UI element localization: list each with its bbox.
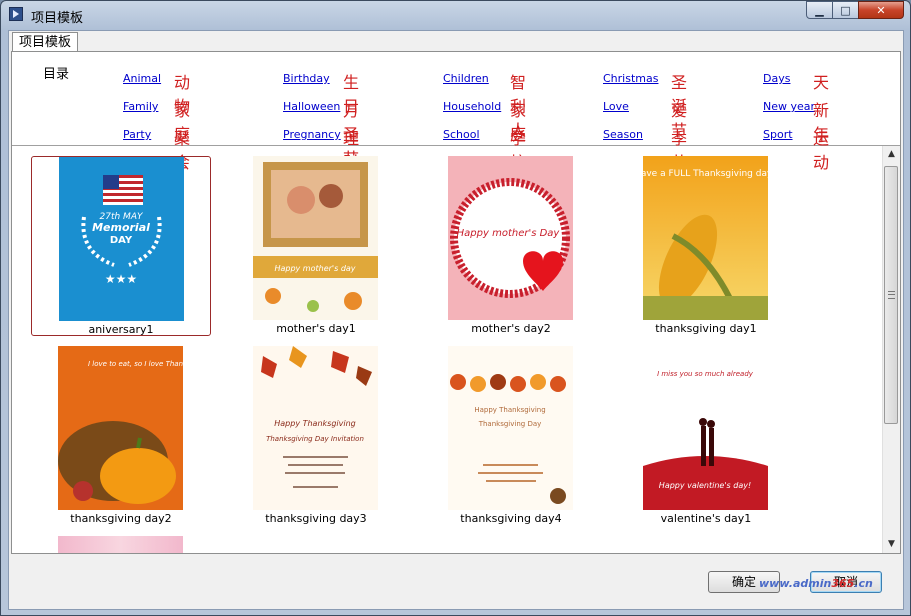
template-dialog: 项目模板 ▁ □ ✕ 项目模板 目录 Animal 动物 Birthday 生日 C… (0, 0, 911, 616)
category-family[interactable]: Family 家庭 (123, 100, 190, 144)
maximize-button[interactable]: □ (832, 1, 859, 19)
svg-text:I love to eat, so I love Thank: I love to eat, so I love Thanksgiving (88, 360, 183, 368)
category-sport[interactable]: Sport 运动 (763, 128, 829, 172)
category-link[interactable]: Animal (123, 72, 161, 85)
svg-text:Thanksgiving Day Invitation: Thanksgiving Day Invitation (266, 435, 364, 443)
category-link[interactable]: Christmas (603, 72, 658, 85)
close-button[interactable]: ✕ (858, 1, 904, 19)
template-label: mother's day1 (276, 322, 356, 335)
category-christmas[interactable]: Christmas 圣诞节 (603, 72, 687, 140)
category-link[interactable]: Season (603, 128, 643, 141)
category-new-year[interactable]: New year 新年 (763, 100, 829, 144)
template-item[interactable]: I miss you so much already Happy valenti… (616, 346, 796, 526)
template-item[interactable]: Happy Thanksgiving Thanksgiving Day than… (421, 346, 601, 526)
template-item[interactable]: Happy mother's day mother's day1 (226, 156, 406, 336)
category-animal[interactable]: Animal 动物 (123, 72, 190, 116)
template-thumbnail[interactable]: I love to eat, so I love Thanksgiving (58, 346, 183, 510)
category-link[interactable]: Household (443, 100, 501, 113)
template-thumbnail[interactable]: Happy mother's day (253, 156, 378, 320)
title-bar[interactable]: 项目模板 ▁ □ ✕ (1, 1, 910, 29)
template-item[interactable]: Happy Thanksgiving Thanksgiving Day Invi… (226, 346, 406, 526)
category-party[interactable]: Party 聚会 (123, 128, 190, 172)
category-link[interactable]: Birthday (283, 72, 330, 85)
tab-templates[interactable]: 项目模板 (12, 32, 79, 52)
template-label: valentine's day1 (660, 512, 752, 525)
category-school[interactable]: School 学校 (443, 128, 526, 172)
category-household[interactable]: Household 家庭 (443, 100, 526, 144)
svg-text:Happy Thanksgiving: Happy Thanksgiving (474, 406, 545, 414)
category-birthday[interactable]: Birthday 生日 (283, 72, 359, 116)
template-thumbnail-partial[interactable] (58, 536, 183, 553)
template-thumbnail[interactable]: 27th MAY Memorial DAY ★★★ (59, 157, 184, 321)
category-days[interactable]: Days 天 (763, 72, 829, 92)
template-label: thanksgiving day2 (70, 512, 172, 525)
category-season[interactable]: Season 季节 (603, 128, 687, 172)
template-label: aniversary1 (88, 323, 154, 336)
template-item[interactable]: I love to eat, so I love Thanksgiving th… (31, 346, 211, 526)
template-thumbnail[interactable]: Happy Thanksgiving Thanksgiving Day (448, 346, 573, 510)
category-link[interactable]: Party (123, 128, 151, 141)
svg-text:I miss you so much already: I miss you so much already (657, 370, 754, 378)
template-thumbnail[interactable]: I miss you so much already Happy valenti… (643, 346, 768, 510)
svg-text:Happy Thanksgiving: Happy Thanksgiving (274, 419, 356, 428)
scroll-down-arrow-icon[interactable]: ▼ (883, 536, 900, 553)
category-chinese-label: 爱 (671, 101, 688, 120)
svg-text:Happy mother's day: Happy mother's day (274, 264, 355, 273)
category-link[interactable]: Days (763, 72, 790, 85)
svg-text:Happy valentine's day!: Happy valentine's day! (659, 481, 751, 490)
svg-text:Thanksgiving Day: Thanksgiving Day (478, 420, 542, 428)
template-label: thanksgiving day3 (265, 512, 367, 525)
vertical-scrollbar[interactable]: ▲ ▼ (882, 146, 900, 553)
template-label: thanksgiving day4 (460, 512, 562, 525)
template-thumbnail[interactable]: Happy Thanksgiving Thanksgiving Day Invi… (253, 346, 378, 510)
window-title: 项目模板 (31, 11, 84, 26)
svg-text:Happy mother's Day: Happy mother's Day (457, 228, 561, 239)
template-thumbnail[interactable]: Happy mother's Day (448, 156, 573, 320)
category-link[interactable]: Halloween (283, 100, 340, 113)
svg-text:★★★: ★★★ (105, 272, 137, 286)
category-heading: 目录 (43, 67, 70, 82)
template-item[interactable]: Have a FULL Thanksgiving day! thanksgivi… (616, 156, 796, 336)
svg-text:Have a FULL Thanksgiving day!: Have a FULL Thanksgiving day! (643, 169, 768, 179)
svg-text:Memorial: Memorial (92, 221, 150, 234)
category-love[interactable]: Love 爱 (603, 100, 687, 120)
template-item[interactable]: Happy mother's Day mother's day2 (421, 156, 601, 336)
scroll-up-arrow-icon[interactable]: ▲ (883, 146, 900, 163)
category-link[interactable]: School (443, 128, 480, 141)
category-link[interactable]: Children (443, 72, 489, 85)
template-item[interactable]: 27th MAY Memorial DAY ★★★ aniversary1 (31, 156, 211, 336)
category-children[interactable]: Children 智利人 (443, 72, 526, 140)
template-grid: 27th MAY Memorial DAY ★★★ aniversary1 Ha… (12, 146, 900, 553)
template-label: thanksgiving day1 (655, 322, 757, 335)
category-link[interactable]: Sport (763, 128, 793, 141)
template-thumbnail[interactable]: Have a FULL Thanksgiving day! (643, 156, 768, 320)
tab-panel: 目录 Animal 动物 Birthday 生日 Children 智利人 Chris… (11, 51, 901, 554)
minimize-button[interactable]: ▁ (806, 1, 833, 19)
category-link[interactable]: Pregnancy (283, 128, 341, 141)
watermark-text: www.admin365.cn (759, 577, 873, 590)
category-pregnancy[interactable]: Pregnancy 理财 (283, 128, 359, 172)
scrollbar-thumb[interactable] (884, 166, 898, 424)
category-link[interactable]: Love (603, 100, 629, 113)
category-link[interactable]: New year (763, 100, 815, 113)
svg-text:DAY: DAY (110, 235, 133, 246)
category-halloween[interactable]: Halloween 万圣节 (283, 100, 359, 168)
dialog-client: 项目模板 目录 Animal 动物 Birthday 生日 Children 智利人… (8, 30, 904, 610)
category-chinese-label: 天 (813, 73, 830, 92)
category-link[interactable]: Family (123, 100, 158, 113)
category-area: 目录 Animal 动物 Birthday 生日 Children 智利人 Chris… (12, 52, 900, 172)
template-label: mother's day2 (471, 322, 551, 335)
app-icon (9, 7, 23, 21)
